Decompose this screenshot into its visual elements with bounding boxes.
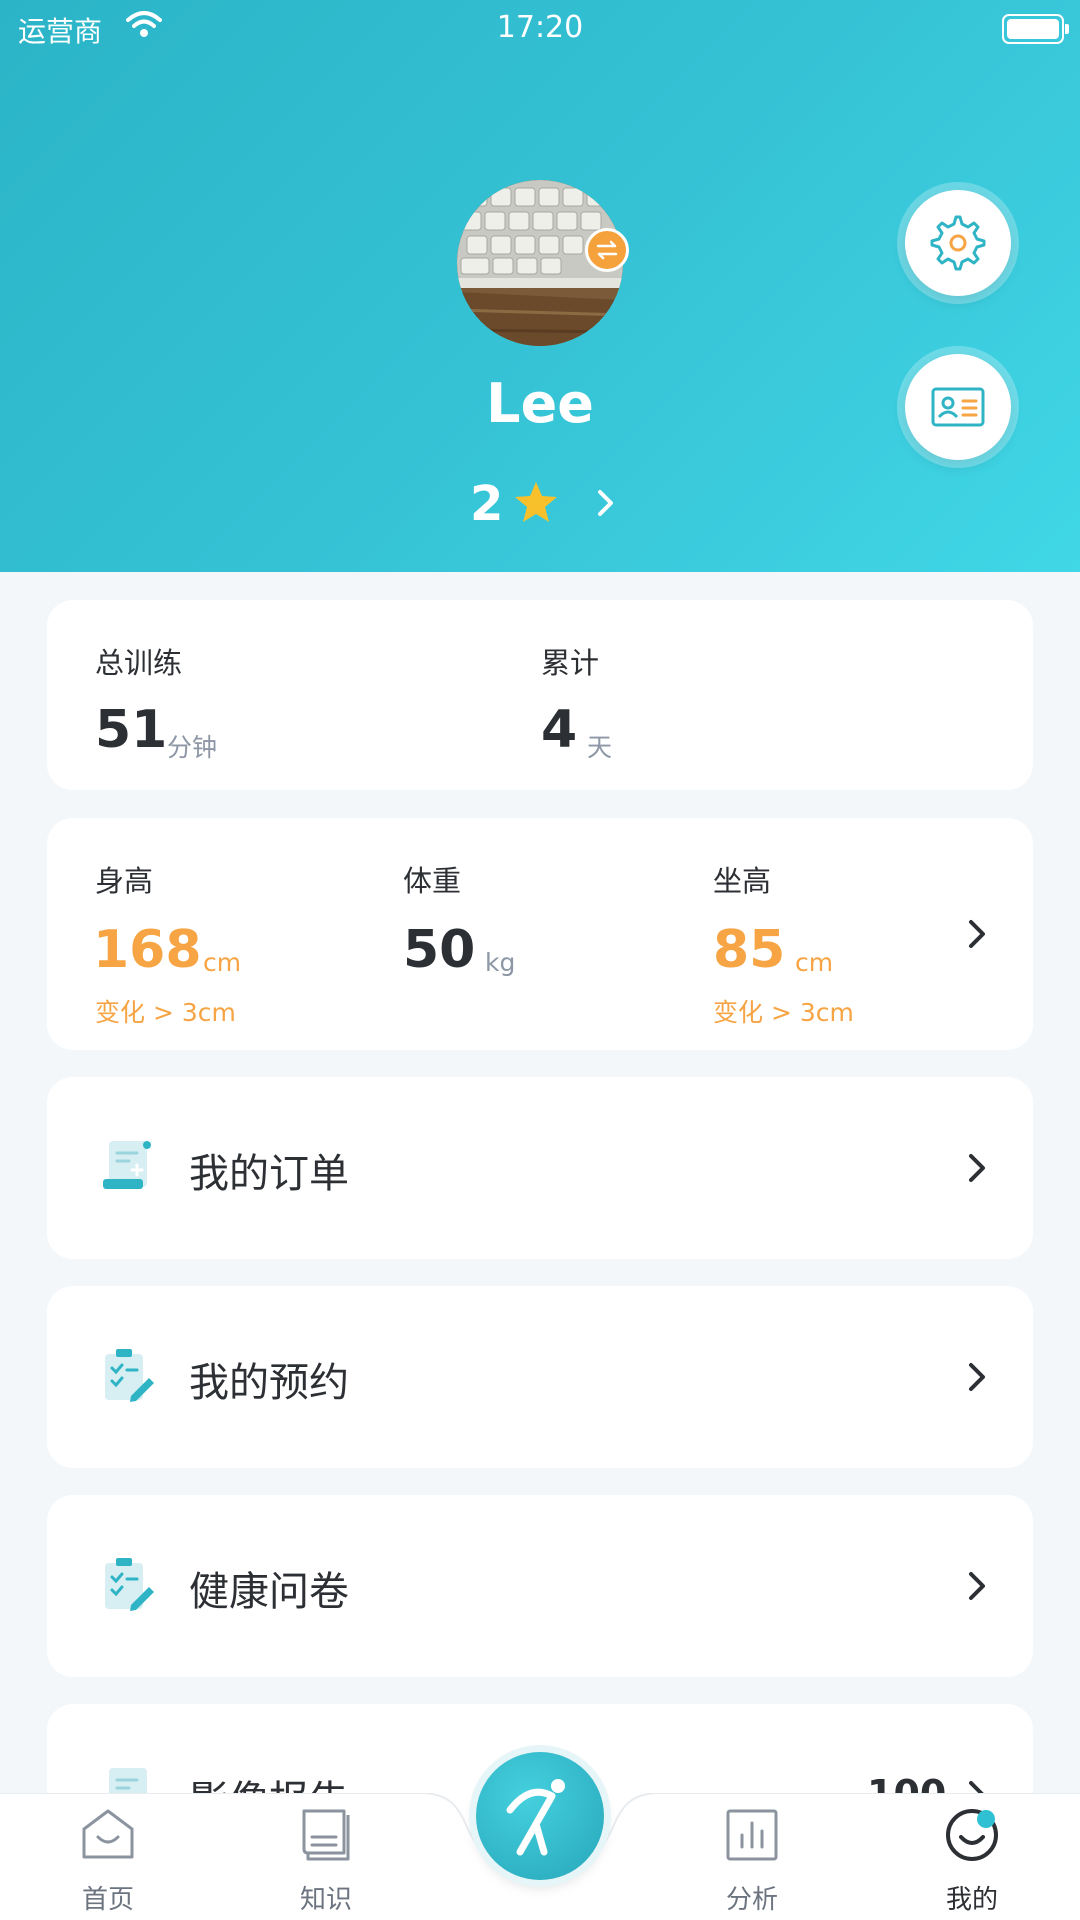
- weight-unit: kg: [485, 948, 516, 977]
- total-training-unit: 分钟: [167, 733, 218, 762]
- cumulative-days-label: 累计: [541, 646, 600, 680]
- sitting-height-change: 变化 > 3cm: [713, 998, 854, 1027]
- id-card-button[interactable]: [905, 354, 1011, 460]
- tab-profile[interactable]: 我的: [902, 1807, 1042, 1917]
- sitting-height-label: 坐高: [713, 864, 772, 898]
- weight-value: 50: [403, 920, 476, 980]
- stars-link[interactable]: 2: [470, 476, 630, 536]
- profile-header: 运营商 17:20 Lee 2: [0, 0, 1080, 572]
- status-time: 17:20: [496, 10, 584, 45]
- menu-item-appointments[interactable]: 我的预约: [47, 1286, 1033, 1468]
- tab-knowledge[interactable]: 知识: [256, 1807, 396, 1917]
- tab-label: 知识: [299, 1885, 352, 1915]
- questionnaire-icon: [105, 1558, 154, 1611]
- sitting-height-value: 85: [713, 920, 786, 980]
- status-bar: 运营商 17:20: [0, 0, 1080, 56]
- gear-icon: [930, 215, 986, 271]
- battery-icon: [1002, 14, 1069, 44]
- cumulative-days-unit: 天: [587, 733, 613, 762]
- menu-item-orders[interactable]: 我的订单: [47, 1077, 1033, 1259]
- height-value: 168: [93, 920, 202, 980]
- tab-label: 分析: [725, 1885, 778, 1915]
- tab-analysis[interactable]: 分析: [682, 1807, 822, 1917]
- order-icon: [103, 1141, 151, 1189]
- menu-item-questionnaire[interactable]: 健康问卷: [47, 1495, 1033, 1677]
- body-metrics-card[interactable]: 身高 168 cm 变化 > 3cm 体重 50 kg 坐高 85 cm 变化 …: [47, 818, 1033, 1050]
- sitting-height-unit: cm: [795, 948, 834, 977]
- total-training-label: 总训练: [95, 646, 183, 680]
- chevron-right-icon: [969, 1154, 985, 1182]
- chevron-right-icon: [969, 1363, 985, 1391]
- menu-item-label: 我的订单: [189, 1151, 349, 1197]
- height-change: 变化 > 3cm: [95, 998, 236, 1027]
- total-training-value: 51: [95, 700, 168, 760]
- exercise-button[interactable]: [476, 1752, 604, 1880]
- stars-count: 2: [470, 476, 504, 532]
- cumulative-days-value: 4: [541, 700, 578, 760]
- settings-button[interactable]: [905, 190, 1011, 296]
- chart-icon: [726, 1809, 778, 1861]
- profile-icon: [946, 1809, 998, 1861]
- appointment-icon: [105, 1349, 154, 1402]
- tab-home[interactable]: 首页: [38, 1807, 178, 1917]
- chevron-right-icon: [969, 1572, 985, 1600]
- star-icon: [512, 480, 560, 530]
- home-icon: [82, 1809, 134, 1859]
- tab-label: 首页: [81, 1885, 134, 1915]
- training-card: 总训练 51 分钟 累计 4 天: [47, 600, 1033, 790]
- menu-item-label: 我的预约: [189, 1360, 349, 1406]
- height-unit: cm: [203, 948, 242, 977]
- weight-label: 体重: [403, 864, 462, 898]
- id-card-icon: [931, 387, 985, 427]
- chevron-right-icon: [594, 486, 618, 524]
- swap-icon[interactable]: [585, 228, 629, 272]
- chevron-right-icon: [969, 920, 985, 948]
- height-label: 身高: [95, 864, 154, 898]
- tab-label: 我的: [945, 1885, 998, 1915]
- book-icon: [302, 1809, 350, 1861]
- menu-item-label: 健康问卷: [189, 1569, 349, 1615]
- exercise-icon: [506, 1779, 565, 1856]
